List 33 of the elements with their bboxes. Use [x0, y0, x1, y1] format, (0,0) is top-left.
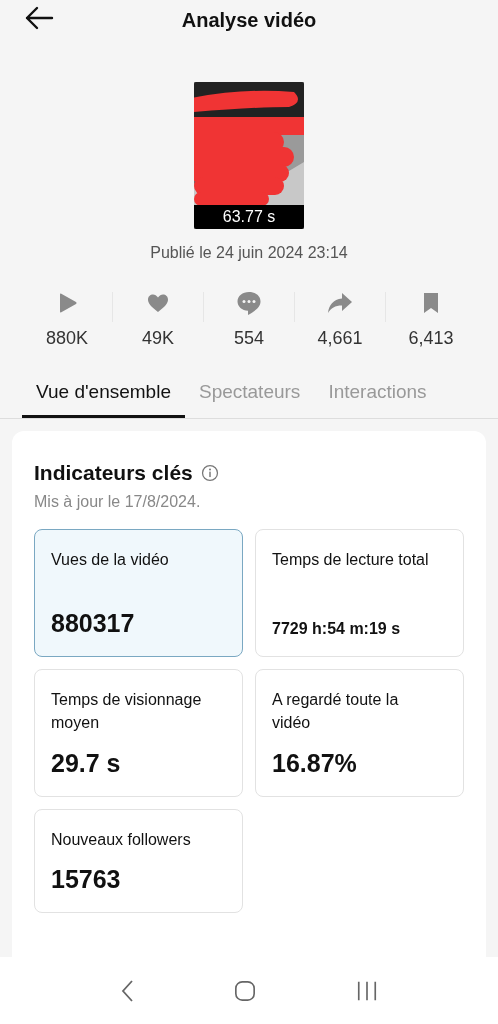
- metric-value: 7729 h:54 m:19 s: [272, 620, 402, 638]
- metric-card[interactable]: Nouveaux followers 15763: [34, 809, 243, 913]
- recent-apps-icon[interactable]: [356, 979, 378, 1002]
- metric-label: Vues de la vidéo: [51, 550, 170, 570]
- metric-label: Temps de lecture total: [272, 550, 430, 570]
- home-nav-icon[interactable]: [234, 979, 256, 1002]
- metric-card[interactable]: Temps de visionnage moyen 29.7 s: [34, 669, 243, 797]
- metric-label: Temps de visionnage moyen: [51, 690, 203, 733]
- metric-card[interactable]: Temps de lecture total 7729 h:54 m:19 s: [255, 529, 464, 657]
- page-title: Analyse vidéo: [181, 8, 317, 32]
- info-icon[interactable]: [200, 464, 219, 482]
- metric-value: 15763: [51, 865, 122, 894]
- metric-label: Nouveaux followers: [51, 830, 192, 850]
- tab[interactable]: Vue d'ensemble: [22, 371, 185, 418]
- stat-count: 4,661: [317, 328, 363, 349]
- stat-count: 880K: [45, 328, 88, 349]
- metric-value: 16.87%: [272, 749, 358, 778]
- stat-count: 49K: [142, 328, 174, 349]
- metric-value: 880317: [51, 609, 136, 638]
- metric-label: A regardé toute la vidéo: [272, 690, 400, 733]
- metric-card[interactable]: A regardé toute la vidéo 16.87%: [255, 669, 464, 797]
- stat-count: 554: [233, 328, 264, 349]
- comment-bubble-icon: [236, 290, 262, 316]
- back-nav-icon[interactable]: [120, 978, 134, 1003]
- video-duration: 63.77 s: [194, 205, 304, 229]
- metric-value: 29.7 s: [51, 749, 122, 778]
- update-date: Mis à jour le 17/8/2024.: [34, 493, 202, 511]
- bookmark-icon: [421, 290, 441, 316]
- section-title: Indicateurs clés: [34, 461, 193, 485]
- publish-date: Publié le 24 juin 2024 23:14: [149, 244, 349, 262]
- metric-card[interactable]: Vues de la vidéo 880317: [34, 529, 243, 657]
- stat-count: 6,413: [408, 328, 454, 349]
- back-arrow-icon[interactable]: [24, 6, 54, 30]
